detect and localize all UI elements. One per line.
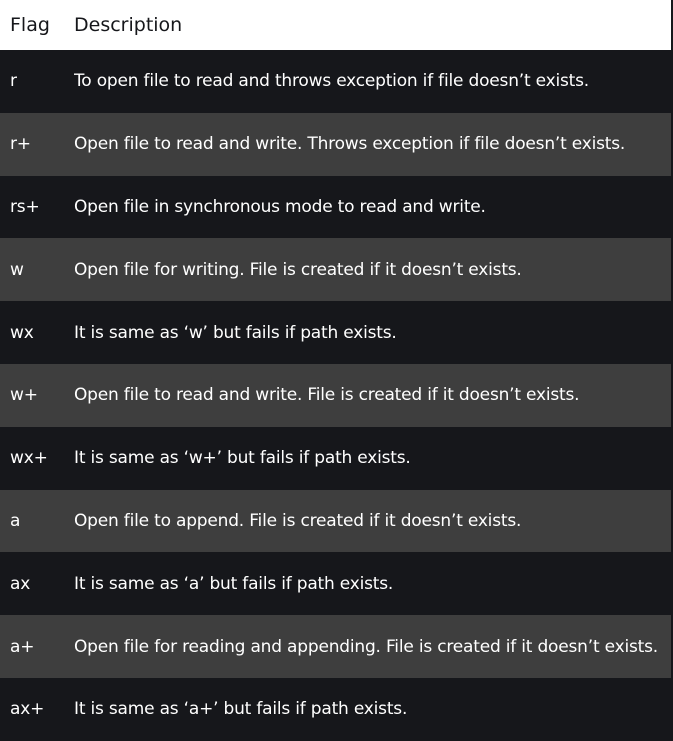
flag-cell: wx [10,322,34,343]
table-row: ax+ It is same as ‘a+’ but fails if path… [0,677,671,741]
table-row: a Open file to append. File is created i… [0,489,671,553]
description-cell: Open file for reading and appending. Fil… [74,636,658,657]
table-row: w+ Open file to read and write. File is … [0,363,671,427]
table-row: w Open file for writing. File is created… [0,238,671,302]
flag-cell: wx+ [10,448,48,469]
description-cell: It is same as ‘w+’ but fails if path exi… [74,448,411,469]
description-cell: Open file for writing. File is created i… [74,259,522,280]
table-row: r+ Open file to read and write. Throws e… [0,112,671,176]
flag-cell: a+ [10,636,35,657]
flag-cell: ax [10,573,31,594]
description-cell: It is same as ‘a’ but fails if path exis… [74,573,394,594]
description-cell: Open file to append. File is created if … [74,510,522,531]
flag-cell: r+ [10,134,31,155]
table-row: wx+ It is same as ‘w+’ but fails if path… [0,426,671,490]
description-cell: To open file to read and throws exceptio… [74,71,589,92]
flag-cell: w [10,259,24,280]
header-description: Description [74,14,183,36]
table-header: Flag Description [0,0,671,50]
description-cell: It is same as ‘a+’ but fails if path exi… [74,699,408,720]
table-row: r To open file to read and throws except… [0,50,671,113]
flag-cell: r [10,71,17,92]
description-cell: Open file in synchronous mode to read an… [74,196,486,217]
table-row: a+ Open file for reading and appending. … [0,615,671,678]
table-row: ax It is same as ‘a’ but fails if path e… [0,552,671,616]
flag-cell: a [10,510,21,531]
header-flag: Flag [10,14,50,36]
table-row: rs+ Open file in synchronous mode to rea… [0,175,671,239]
flag-cell: rs+ [10,196,40,217]
description-cell: Open file to read and write. File is cre… [74,385,580,406]
flags-table: Flag Description r To open file to read … [0,0,673,741]
flag-cell: ax+ [10,699,45,720]
description-cell: Open file to read and write. Throws exce… [74,134,626,155]
flag-cell: w+ [10,385,38,406]
table-row: wx It is same as ‘w’ but fails if path e… [0,301,671,364]
description-cell: It is same as ‘w’ but fails if path exis… [74,322,397,343]
